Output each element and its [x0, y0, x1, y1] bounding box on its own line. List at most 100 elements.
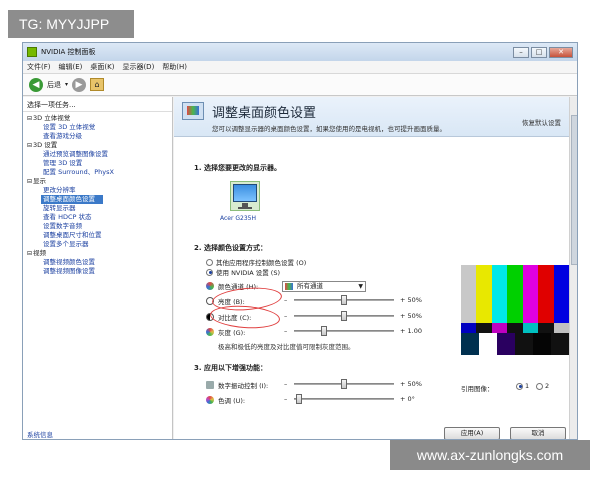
monitor-selector[interactable]	[230, 181, 260, 211]
title-bar: NVIDIA 控制面板 – □ ✕	[23, 43, 577, 61]
sidebar-item-multi-display[interactable]: 设置多个显示器	[23, 240, 172, 249]
menu-file[interactable]: 文件(F)	[27, 62, 51, 72]
toolbar: ◀ 后退 ▾ ▶ ⌂	[23, 74, 577, 96]
sidebar-item-digital-audio[interactable]: 设置数字音频	[23, 222, 172, 231]
color-bar	[553, 265, 569, 323]
section-1-heading: 1. 选择您要更改的显示器。	[194, 164, 281, 172]
radio-nvidia-settings[interactable]: 使用 NVIDIA 设置 (S)	[206, 267, 280, 277]
vibrance-label: 数字振动控制 (I):	[218, 382, 269, 390]
color-bar	[491, 265, 508, 323]
sidebar-item-resolution[interactable]: 更改分辨率	[23, 186, 172, 195]
menu-desktop[interactable]: 桌面(K)	[90, 62, 114, 72]
menu-edit[interactable]: 编辑(E)	[59, 62, 83, 72]
sidebar-item-rotate[interactable]: 旋转显示器	[23, 204, 172, 213]
radio-other-apps[interactable]: 其他应用程序控制颜色设置 (O)	[206, 257, 306, 267]
sidebar-item-preview-settings[interactable]: 通过预览调整图像设置	[23, 150, 172, 159]
close-button[interactable]: ✕	[549, 46, 573, 58]
cancel-button[interactable]: 取消	[510, 427, 566, 439]
slider-thumb[interactable]	[341, 379, 347, 389]
category-3d-stereo[interactable]: ⊟3D 立体视觉	[23, 114, 172, 123]
sidebar-item-game-ratings[interactable]: 查看游戏分级	[23, 132, 172, 141]
watermark: www.ax-zunlongks.com	[390, 440, 590, 470]
color-bar	[533, 333, 551, 355]
sidebar-item-setup-stereo[interactable]: 设置 3D 立体视觉	[23, 123, 172, 132]
brightness-slider[interactable]	[294, 295, 394, 305]
color-bar	[522, 265, 539, 323]
color-bar	[491, 323, 508, 333]
category-3d-settings[interactable]: ⊟3D 设置	[23, 141, 172, 150]
sidebar-header: 选择一项任务...	[23, 99, 172, 112]
gamma-label: 灰度 (G):	[218, 329, 246, 337]
back-button-label[interactable]: 后退	[47, 80, 61, 90]
gamma-row: 灰度 (G):	[206, 327, 278, 337]
apply-button[interactable]: 应用(A)	[444, 427, 500, 439]
color-channel-icon	[206, 282, 214, 290]
forward-arrow-icon[interactable]: ▶	[72, 77, 87, 92]
color-bar	[476, 323, 492, 333]
sidebar-item-manage-3d[interactable]: 管理 3D 设置	[23, 159, 172, 168]
gamma-value: + 1.00	[400, 327, 422, 335]
slider-thumb[interactable]	[341, 311, 347, 321]
sidebar-item-video-color[interactable]: 调整视频颜色设置	[23, 258, 172, 267]
contrast-slider[interactable]	[294, 311, 394, 321]
sidebar-item-video-image[interactable]: 调整视频图像设置	[23, 267, 172, 276]
system-info-link[interactable]: 系统信息	[27, 429, 53, 439]
category-video[interactable]: ⊟视频	[23, 249, 172, 258]
menu-help[interactable]: 帮助(H)	[162, 62, 187, 72]
task-sidebar: 选择一项任务... ⊟3D 立体视觉 设置 3D 立体视觉 查看游戏分级 ⊟3D…	[23, 97, 173, 439]
restore-defaults-link[interactable]: 恢复默认设置	[522, 117, 561, 127]
dropdown-arrow-icon[interactable]: ▾	[65, 81, 68, 88]
color-bar	[538, 265, 554, 323]
nvidia-control-panel-window: NVIDIA 控制面板 – □ ✕ 文件(F) 编辑(E) 桌面(K) 显示器(…	[22, 42, 578, 440]
section-2-heading: 2. 选择颜色设置方式：	[194, 244, 267, 252]
monitor-icon	[233, 184, 257, 202]
overlay-tag: TG: MYYJJPP	[8, 10, 134, 38]
radio-button[interactable]	[206, 268, 213, 276]
color-bar	[461, 333, 479, 355]
page-header: 调整桌面颜色设置 恢复默认设置 您可以调整显示器的桌面颜色设置，如果您使用的是电…	[174, 97, 569, 137]
radio-button[interactable]	[536, 382, 543, 390]
menu-display[interactable]: 显示器(D)	[122, 62, 154, 72]
hue-icon	[206, 396, 214, 404]
chevron-down-icon: ▼	[358, 283, 363, 290]
hue-value: + 0°	[400, 395, 415, 403]
back-arrow-icon[interactable]: ◀	[29, 77, 43, 92]
sidebar-item-surround-physx[interactable]: 配置 Surround、PhysX	[23, 168, 172, 177]
reference-image-label: 引用图像：	[461, 385, 494, 393]
radio-button[interactable]	[206, 258, 213, 266]
gamma-slider[interactable]	[294, 326, 394, 336]
slider-thumb[interactable]	[341, 295, 347, 305]
gamma-icon	[206, 328, 214, 336]
sidebar-item-hdcp[interactable]: 查看 HDCP 状态	[23, 213, 172, 222]
radio-button[interactable]	[516, 382, 523, 390]
color-bar	[507, 323, 523, 333]
home-icon[interactable]: ⌂	[90, 78, 105, 91]
sidebar-item-desktop-color[interactable]: 调整桌面颜色设置	[41, 195, 103, 204]
color-bar	[553, 323, 569, 333]
hue-slider[interactable]	[294, 394, 394, 404]
color-bar	[522, 323, 539, 333]
reference-radio-2[interactable]: 2	[536, 382, 549, 390]
category-display[interactable]: ⊟显示	[23, 177, 172, 186]
slider-thumb[interactable]	[296, 394, 302, 404]
sidebar-item-desktop-size[interactable]: 调整桌面尺寸和位置	[23, 231, 172, 240]
reference-radio-1[interactable]: 1	[516, 382, 529, 390]
range-note: 极高和极低的亮度及对比度值可限制灰度范围。	[218, 343, 355, 351]
vibrance-row: 数字振动控制 (I):	[206, 380, 278, 390]
color-bar	[551, 333, 569, 355]
reference-test-image	[461, 265, 569, 355]
page-title: 调整桌面颜色设置	[212, 106, 317, 121]
channel-color-icon	[285, 283, 293, 290]
section-3-heading: 3. 应用以下增强功能：	[194, 364, 267, 372]
main-scrollbar[interactable]	[569, 97, 577, 439]
color-bar	[538, 323, 554, 333]
maximize-button[interactable]: □	[531, 46, 547, 58]
color-bar	[479, 333, 497, 355]
scrollbar-thumb[interactable]	[571, 115, 577, 265]
minimize-button[interactable]: –	[513, 46, 529, 58]
color-channel-dropdown[interactable]: 所有通道 ▼	[282, 281, 366, 292]
slider-thumb[interactable]	[321, 326, 327, 336]
vibrance-slider[interactable]	[294, 379, 394, 389]
color-bar	[476, 265, 492, 323]
nvidia-logo-icon	[27, 47, 37, 57]
